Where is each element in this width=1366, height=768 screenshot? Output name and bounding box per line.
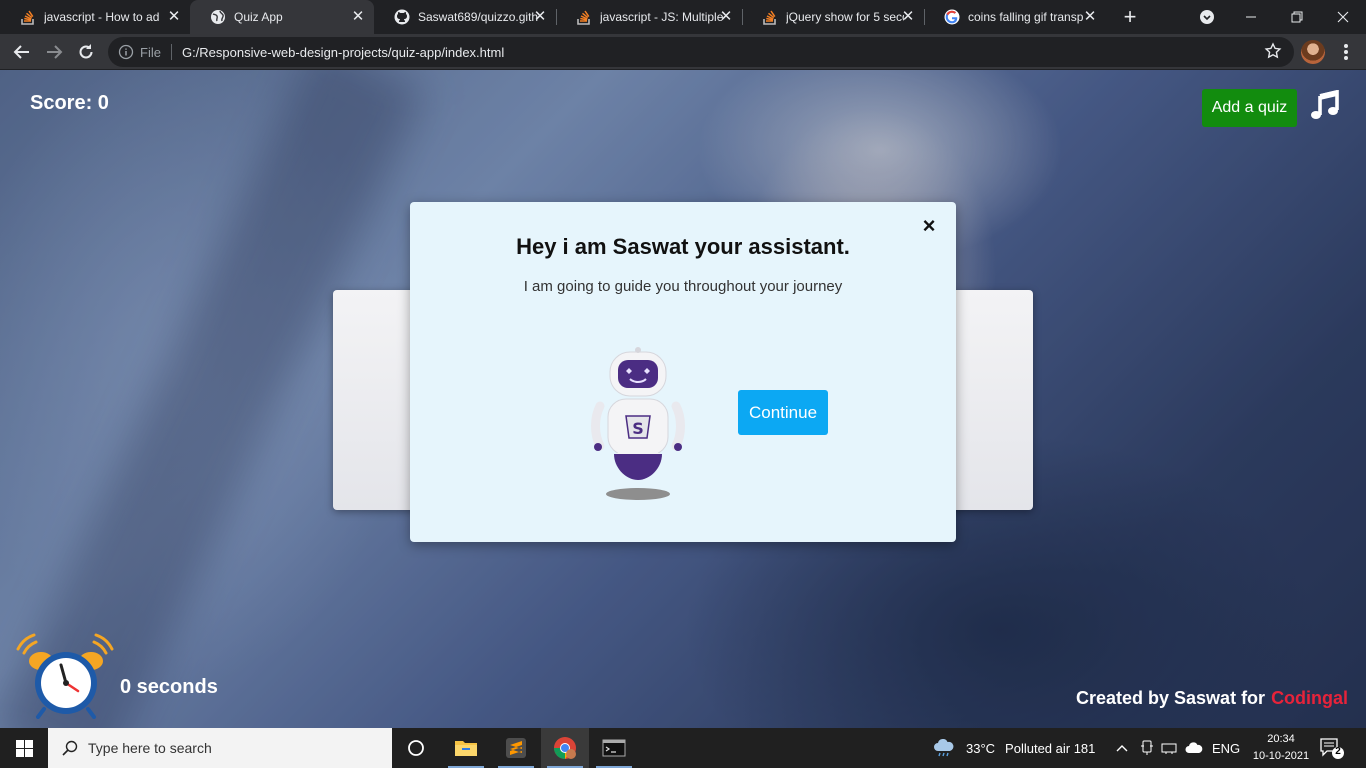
bookmark-star-icon[interactable] bbox=[1264, 42, 1282, 60]
page-viewport: Score: 0 Add a quiz 0 seconds Created by… bbox=[0, 70, 1366, 728]
tab-title: coins falling gif transp bbox=[968, 10, 1084, 24]
tab-search-button[interactable] bbox=[1184, 0, 1230, 34]
stackoverflow-icon bbox=[20, 9, 36, 25]
taskbar-sublime-text[interactable] bbox=[492, 728, 540, 768]
brand-link[interactable]: Codingal bbox=[1271, 688, 1348, 708]
taskbar-search[interactable]: Type here to search bbox=[48, 728, 392, 768]
tray-device-icon[interactable] bbox=[1136, 728, 1158, 768]
close-icon[interactable]: × bbox=[919, 215, 939, 237]
show-hidden-icons[interactable] bbox=[1110, 728, 1134, 768]
tab-title: javascript - JS: Multiple bbox=[600, 10, 724, 24]
new-tab-button[interactable]: + bbox=[1118, 5, 1142, 29]
terminal-icon bbox=[602, 739, 626, 757]
tab-close-icon[interactable]: ✕ bbox=[350, 9, 366, 25]
alarm-clock-icon bbox=[16, 633, 114, 719]
weather-widget[interactable]: 33°C Polluted air 181 bbox=[932, 728, 1095, 768]
continue-button[interactable]: Continue bbox=[738, 390, 828, 435]
tab-close-icon[interactable]: ✕ bbox=[718, 9, 734, 25]
language-indicator[interactable]: ENG bbox=[1212, 728, 1240, 768]
arrow-right-icon bbox=[47, 45, 63, 59]
score-display: Score: 0 bbox=[30, 92, 109, 114]
cloud-rain-icon bbox=[934, 739, 954, 757]
tab-close-icon[interactable]: ✕ bbox=[1082, 9, 1098, 25]
browser-tab-active[interactable]: Quiz App ✕ bbox=[190, 0, 374, 34]
task-view-button[interactable] bbox=[392, 728, 440, 768]
minimize-button[interactable] bbox=[1228, 0, 1274, 34]
modal-subtitle: I am going to guide you throughout your … bbox=[523, 278, 843, 295]
google-icon bbox=[944, 9, 960, 25]
tab-title: Saswat689/quizzo.gith bbox=[418, 10, 538, 24]
close-window-button[interactable] bbox=[1320, 0, 1366, 34]
tab-title: jQuery show for 5 seco bbox=[786, 10, 904, 24]
chrome-icon bbox=[554, 737, 576, 759]
device-icon bbox=[1141, 740, 1153, 755]
weather-temperature: 33°C bbox=[966, 740, 996, 756]
globe-icon bbox=[210, 9, 226, 25]
notification-count: 2 bbox=[1335, 746, 1341, 757]
restore-icon bbox=[1291, 11, 1303, 23]
sublime-text-icon bbox=[506, 738, 526, 758]
info-icon[interactable] bbox=[118, 44, 134, 60]
taskbar-file-explorer[interactable] bbox=[442, 728, 490, 768]
windows-logo-icon bbox=[15, 739, 33, 757]
cortana-circle-icon bbox=[408, 740, 424, 756]
notification-center-button[interactable]: 2 bbox=[1318, 736, 1344, 760]
address-bar[interactable]: File G:/Responsive-web-design-projects/q… bbox=[108, 37, 1294, 67]
browser-tab-strip: javascript - How to ad ✕ Quiz App ✕ Sasw… bbox=[0, 0, 1366, 34]
tray-onedrive-icon[interactable] bbox=[1182, 728, 1206, 768]
credit-footer: Created by Saswat for Codingal bbox=[1076, 688, 1348, 709]
assistant-modal: × Hey i am Saswat your assistant. I am g… bbox=[410, 202, 956, 542]
omnibox-divider bbox=[170, 44, 172, 60]
arrow-left-icon bbox=[13, 45, 29, 59]
github-icon bbox=[394, 9, 410, 25]
music-note-icon[interactable] bbox=[1310, 90, 1340, 120]
tab-close-icon[interactable]: ✕ bbox=[532, 9, 548, 25]
add-quiz-button[interactable]: Add a quiz bbox=[1202, 89, 1297, 127]
taskbar-clock[interactable]: 20:34 10-10-2021 bbox=[1252, 731, 1310, 765]
forward-button[interactable] bbox=[40, 38, 68, 66]
search-icon bbox=[62, 740, 78, 756]
chevron-up-icon bbox=[1116, 745, 1128, 752]
reload-button[interactable] bbox=[72, 38, 100, 66]
close-icon bbox=[1337, 11, 1349, 23]
tab-title: javascript - How to ad bbox=[44, 10, 160, 24]
folder-icon bbox=[455, 741, 477, 756]
browser-tab[interactable]: Saswat689/quizzo.gith ✕ bbox=[374, 0, 556, 34]
timer-text: 0 seconds bbox=[120, 676, 218, 698]
search-placeholder: Type here to search bbox=[88, 740, 212, 756]
air-quality: Polluted air 181 bbox=[1005, 740, 1096, 756]
taskbar-terminal[interactable] bbox=[590, 728, 638, 768]
svg-text:S: S bbox=[632, 419, 644, 438]
browser-tab[interactable]: javascript - How to ad ✕ bbox=[0, 0, 190, 34]
tab-title: Quiz App bbox=[234, 10, 283, 24]
start-button[interactable] bbox=[0, 728, 48, 768]
stackoverflow-icon bbox=[762, 9, 778, 25]
tab-close-icon[interactable]: ✕ bbox=[900, 9, 916, 25]
modal-title: Hey i am Saswat your assistant. bbox=[516, 234, 850, 259]
profile-avatar[interactable] bbox=[1301, 40, 1325, 64]
browser-tab[interactable]: coins falling gif transp ✕ bbox=[924, 0, 1106, 34]
reload-icon bbox=[79, 44, 93, 59]
back-button[interactable] bbox=[8, 38, 36, 66]
scheme-label: File bbox=[140, 44, 161, 60]
chevron-down-icon bbox=[1200, 10, 1214, 24]
browser-tab[interactable]: javascript - JS: Multiple ✕ bbox=[556, 0, 742, 34]
stackoverflow-icon bbox=[576, 9, 592, 25]
restore-button[interactable] bbox=[1274, 0, 1320, 34]
network-icon bbox=[1161, 743, 1177, 754]
windows-taskbar: Type here to search 33°C Polluted air 18… bbox=[0, 728, 1366, 768]
robot-assistant-icon: S bbox=[591, 347, 685, 500]
browser-menu-icon[interactable] bbox=[1336, 42, 1356, 62]
taskbar-time: 20:34 bbox=[1267, 733, 1295, 745]
tray-network-icon[interactable] bbox=[1158, 728, 1180, 768]
minimize-icon bbox=[1246, 16, 1256, 18]
tab-close-icon[interactable]: ✕ bbox=[166, 9, 182, 25]
credit-text: Created by Saswat for bbox=[1076, 688, 1266, 708]
browser-tab[interactable]: jQuery show for 5 seco ✕ bbox=[742, 0, 924, 34]
taskbar-date: 10-10-2021 bbox=[1252, 750, 1310, 762]
taskbar-chrome[interactable] bbox=[541, 728, 589, 768]
browser-toolbar: File G:/Responsive-web-design-projects/q… bbox=[0, 34, 1366, 70]
url-text[interactable]: G:/Responsive-web-design-projects/quiz-a… bbox=[182, 45, 504, 60]
cloud-icon bbox=[1185, 742, 1203, 753]
